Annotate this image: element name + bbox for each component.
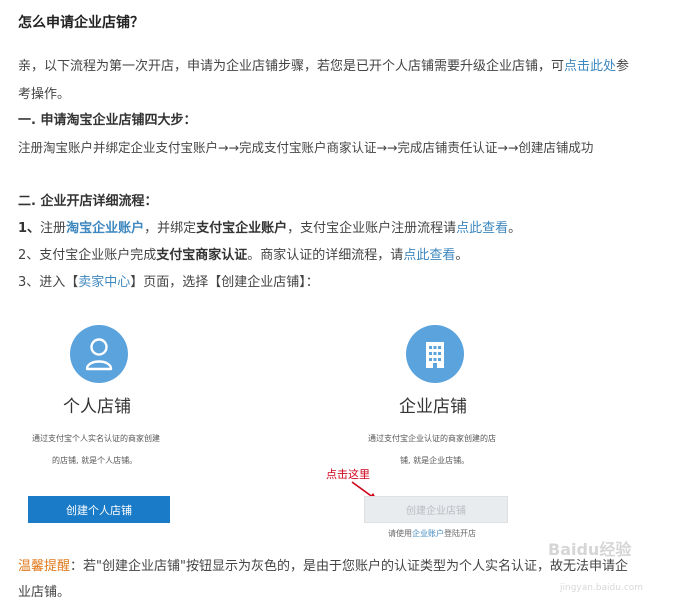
tip-line-1: 温馨提醒：若"创建企业店铺"按钮显示为灰色的，是由于您账户的认证类型为个人实名认… (18, 557, 628, 577)
intro-line-1: 亲，以下流程为第一次开店，申请为企业店铺步骤，若您是已开个人店铺需要升级企业店铺… (18, 57, 629, 77)
create-personal-store-button[interactable]: 创建个人店铺 (28, 496, 170, 523)
personal-store-title: 个人店铺 (63, 397, 131, 417)
enterprise-store-desc-2: 铺, 就是企业店铺。 (400, 456, 470, 465)
step-3-text: 3、进入【 (18, 275, 79, 290)
section1-steps: 注册淘宝账户并绑定企业支付宝账户→→完成支付宝账户商家认证→→完成店铺责任认证→… (18, 140, 594, 155)
step-1-text-b: ，并绑定 (144, 221, 197, 236)
intro-text: 亲，以下流程为第一次开店，申请为企业店铺步骤，若您是已开个人店铺需要升级企业店铺… (18, 59, 565, 74)
building-icon (406, 325, 464, 383)
baidu-watermark-url: jingyan.baidu.com (560, 583, 644, 593)
page-title: 怎么申请企业店铺？ (18, 15, 144, 31)
step-1-text-c: ，支付宝企业账户注册流程请 (287, 221, 457, 236)
intro-text-tail: 参 (616, 59, 630, 74)
step-1-bold: 支付宝企业账户 (196, 221, 288, 236)
personal-store-desc-1: 通过支付宝个人实名认证的商家创建 (32, 434, 160, 443)
tip-label: 温馨提醒 (18, 559, 71, 574)
enterprise-account-link[interactable]: 企业账户 (412, 529, 444, 538)
step-1-number: 1、 (18, 221, 41, 236)
tip-line-2: 业店铺。 (18, 585, 71, 600)
taobao-enterprise-account-link[interactable]: 淘宝企业账户 (66, 221, 144, 236)
create-enterprise-store-button[interactable]: 创建企业店铺 (364, 496, 508, 523)
intro-line-2: 考操作。 (18, 87, 71, 102)
step-2-text-b: 。商家认证的详细流程，请 (247, 248, 404, 263)
click-here-link[interactable]: 点击此处 (564, 59, 616, 74)
view-registration-link[interactable]: 点此查看 (456, 221, 508, 236)
step-3-text-b: 】页面，选择【创建企业店铺】： (130, 275, 319, 290)
enterprise-store-desc-1: 通过支付宝企业认证的商家创建的店 (368, 434, 496, 443)
tip-text: ：若"创建企业店铺"按钮显示为灰色的，是由于您账户的认证类型为个人实名认证，故无… (70, 559, 628, 574)
section2-heading: 二. 企业开店详细流程： (18, 194, 158, 209)
personal-store-desc-2: 的店铺, 就是个人店铺。 (52, 456, 138, 465)
section1-heading: 一. 申请淘宝企业店铺四大步： (18, 113, 197, 128)
user-icon (70, 325, 128, 383)
step-2: 2、支付宝企业账户完成支付宝商家认证。商家认证的详细流程，请点此查看。 (18, 246, 468, 266)
step-1-text: 注册 (40, 221, 67, 236)
step-1-text-d: 。 (508, 221, 522, 236)
step-2-text-c: 。 (455, 248, 469, 263)
step-2-bold: 支付宝商家认证 (156, 248, 248, 263)
step-1: 1、注册淘宝企业账户，并绑定支付宝企业账户，支付宝企业账户注册流程请点此查看。 (18, 219, 521, 239)
baidu-watermark-logo: Baidu经验 (548, 540, 632, 559)
note-text: 请使用 (388, 529, 412, 538)
seller-center-link[interactable]: 卖家中心 (78, 275, 130, 290)
step-3: 3、进入【卖家中心】页面，选择【创建企业店铺】： (18, 273, 319, 293)
view-certification-link[interactable]: 点此查看 (403, 248, 455, 263)
enterprise-store-title: 企业店铺 (399, 397, 467, 417)
enterprise-login-note: 请使用企业账户登陆开店 (388, 528, 476, 539)
step-2-text: 2、支付宝企业账户完成 (18, 248, 157, 263)
note-text-b: 登陆开店 (444, 529, 476, 538)
